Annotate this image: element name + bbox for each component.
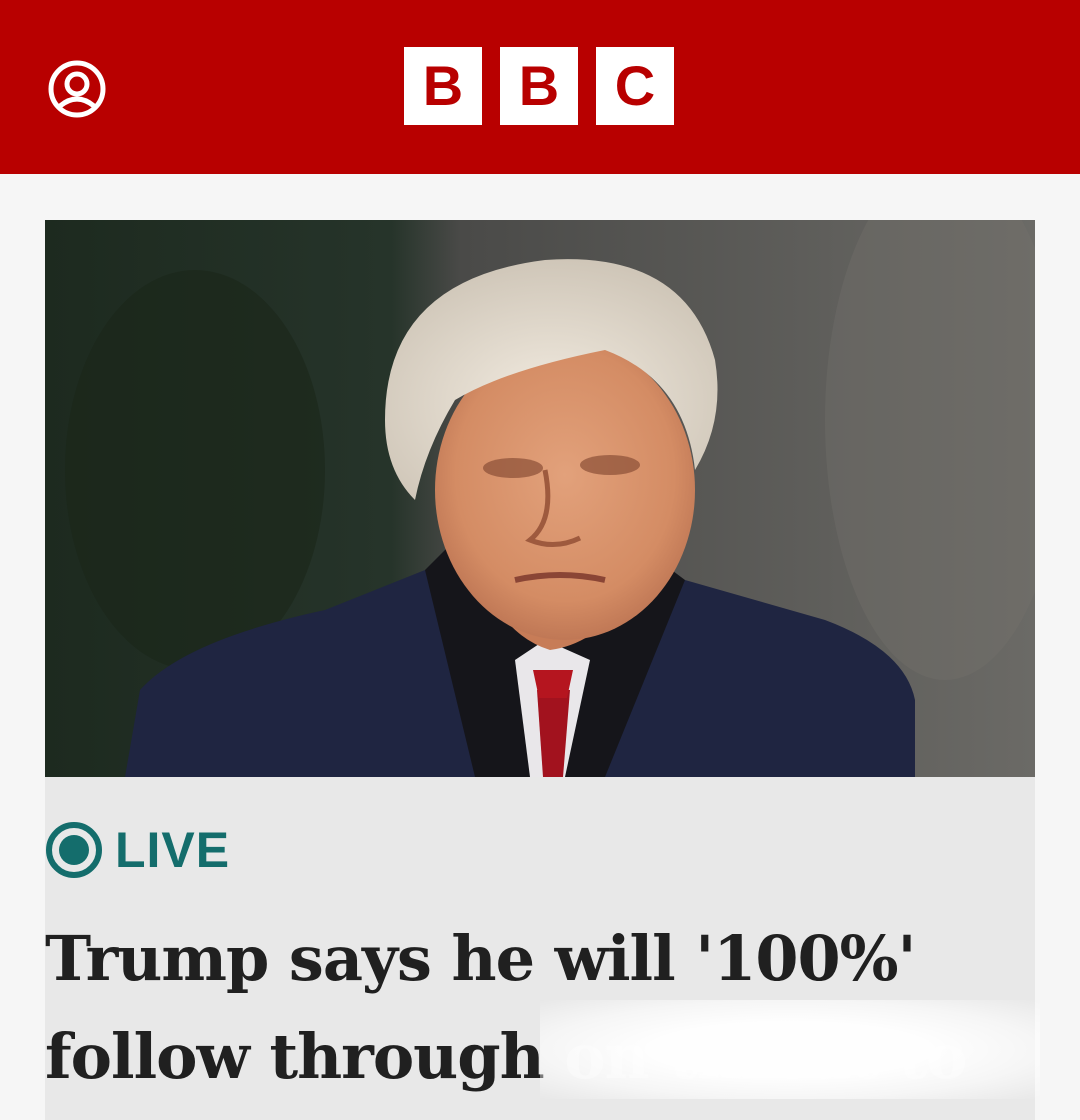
- account-icon: [48, 60, 106, 118]
- headline[interactable]: Trump says he will '100%' follow through…: [45, 910, 1035, 1106]
- headline-line-2: follow through on threat to: [45, 1008, 1035, 1106]
- article-photo: [45, 220, 1035, 777]
- account-button[interactable]: [46, 58, 108, 120]
- logo-letter-b1: B: [404, 47, 482, 125]
- live-label: LIVE: [115, 822, 231, 878]
- headline-line-1: Trump says he will '100%': [45, 922, 917, 995]
- live-indicator-icon: [46, 822, 102, 878]
- logo-letter-b2: B: [500, 47, 578, 125]
- headline-line-2-text: follow through: [45, 1020, 545, 1093]
- headline-obscured-text: on threat to: [564, 1020, 967, 1093]
- logo-letter-c: C: [596, 47, 674, 125]
- top-bar: B B C: [0, 0, 1080, 174]
- live-badge: LIVE: [45, 820, 230, 880]
- top-story-card[interactable]: LIVE Trump says he will '100%' follow th…: [45, 220, 1035, 1120]
- bbc-logo[interactable]: B B C: [404, 47, 674, 125]
